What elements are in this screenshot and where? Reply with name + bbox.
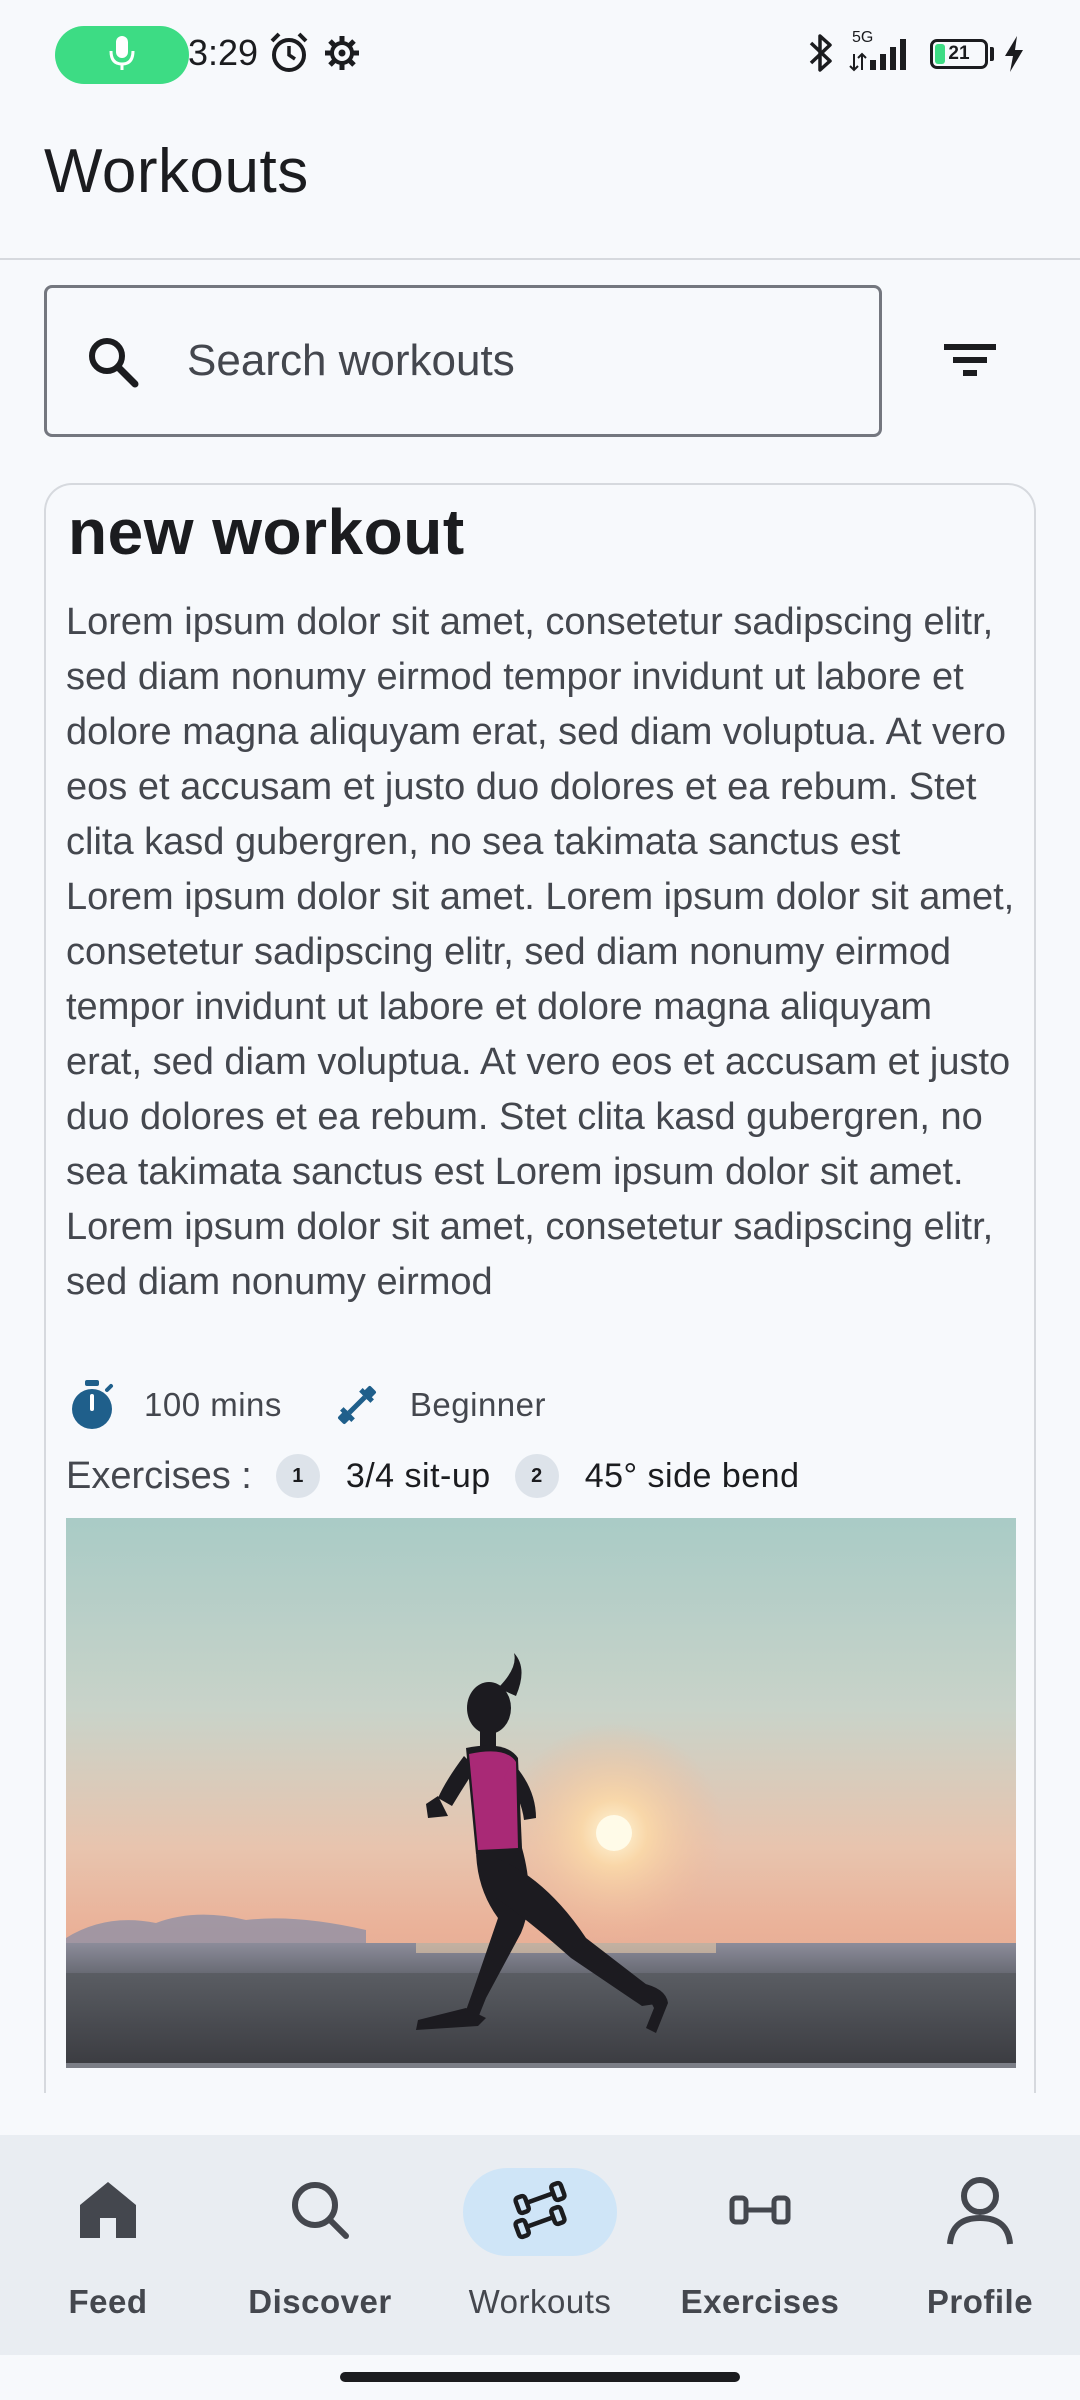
dumbbell-level-icon bbox=[332, 1380, 382, 1430]
workout-meta: 100 mins Beginner bbox=[68, 1373, 546, 1437]
nav-label: Profile bbox=[926, 2283, 1034, 2320]
battery-icon: 21 bbox=[930, 39, 988, 69]
nav-label: Exercises bbox=[680, 2283, 840, 2320]
mic-indicator[interactable] bbox=[55, 26, 189, 84]
nav-icon-container-active bbox=[463, 2168, 617, 2256]
network-label: 5G bbox=[852, 29, 873, 46]
battery-level: 21 bbox=[948, 43, 970, 64]
home-indicator[interactable] bbox=[340, 2372, 740, 2382]
exercises-label: Exercises : bbox=[66, 1454, 252, 1497]
person-icon bbox=[946, 2174, 1014, 2251]
search-icon bbox=[83, 332, 143, 392]
workout-description: Lorem ipsum dolor sit amet, consetetur s… bbox=[66, 601, 1015, 1303]
exercise-number-badge: 2 bbox=[514, 1454, 559, 1498]
filter-button[interactable] bbox=[920, 320, 1020, 404]
nav-item-discover[interactable]: Discover bbox=[212, 2135, 428, 2355]
timer-icon bbox=[68, 1378, 116, 1432]
mic-icon bbox=[107, 33, 137, 78]
workout-card[interactable]: new workout Lorem ipsum dolor sit amet, … bbox=[44, 483, 1036, 2093]
search-input[interactable] bbox=[187, 328, 827, 394]
search-icon bbox=[288, 2178, 352, 2247]
bluetooth-icon bbox=[806, 30, 836, 76]
charging-bolt-icon bbox=[1002, 34, 1026, 74]
bottom-navigation: Feed Discover Workouts Exercises Profile bbox=[0, 2135, 1080, 2355]
nav-item-feed[interactable]: Feed bbox=[0, 2135, 216, 2355]
settings-gear-icon bbox=[322, 30, 362, 76]
dumbbells-icon bbox=[508, 2178, 572, 2247]
home-icon bbox=[76, 2178, 140, 2247]
dumbbell-icon bbox=[728, 2178, 792, 2247]
nav-icon-container bbox=[903, 2168, 1057, 2256]
status-bar: 3:29 5G 21 bbox=[0, 0, 1080, 110]
runner-silhouette-photo bbox=[66, 1518, 1016, 2068]
nav-icon-container bbox=[31, 2168, 185, 2256]
nav-icon-container bbox=[683, 2168, 837, 2256]
workout-title: new workout bbox=[68, 496, 465, 568]
workout-duration: 100 mins bbox=[144, 1386, 282, 1423]
battery-tip bbox=[990, 47, 994, 61]
nav-label: Feed bbox=[68, 2283, 148, 2320]
search-field[interactable] bbox=[44, 285, 882, 437]
nav-item-profile[interactable]: Profile bbox=[872, 2135, 1080, 2355]
workout-image bbox=[66, 1518, 1016, 2068]
nav-label: Discover bbox=[248, 2283, 392, 2320]
app-bar: Workouts bbox=[0, 110, 1080, 260]
filter-icon bbox=[942, 340, 998, 385]
signal-icon: 5G bbox=[848, 26, 918, 76]
nav-item-exercises[interactable]: Exercises bbox=[652, 2135, 868, 2355]
nav-label: Workouts bbox=[468, 2283, 612, 2320]
status-time: 3:29 bbox=[188, 32, 259, 73]
nav-item-workouts[interactable]: Workouts bbox=[432, 2135, 648, 2355]
exercise-chip[interactable]: 45° side bend bbox=[585, 1457, 800, 1496]
page-title: Workouts bbox=[44, 137, 309, 206]
exercise-number-badge: 1 bbox=[275, 1454, 320, 1498]
exercises-row: Exercises : 1 3/4 sit-up 2 45° side bend bbox=[66, 1441, 824, 1511]
workout-level: Beginner bbox=[409, 1386, 547, 1423]
nav-icon-container bbox=[243, 2168, 397, 2256]
alarm-icon bbox=[268, 30, 310, 76]
exercise-chip[interactable]: 3/4 sit-up bbox=[346, 1457, 491, 1496]
